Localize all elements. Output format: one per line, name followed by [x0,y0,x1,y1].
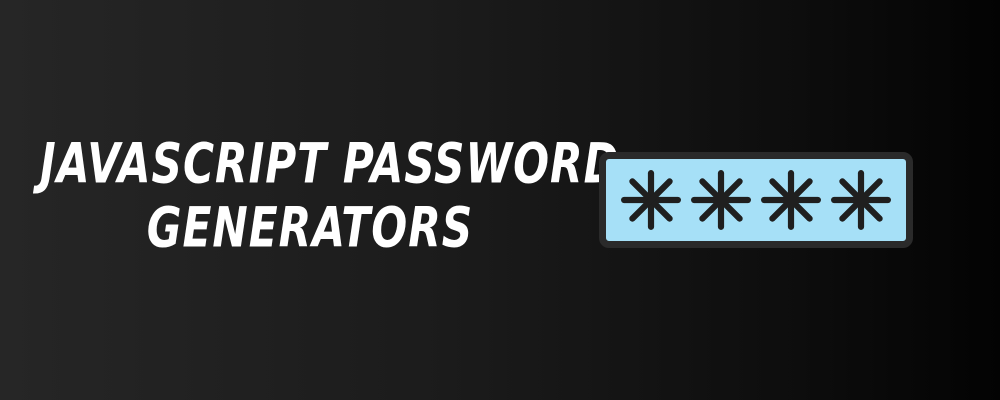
banner: JavaScript Password Generators [0,0,1000,400]
password-field-illustration [599,152,913,248]
asterisk-icon [621,170,681,230]
title-line-1: JavaScript Password [40,131,620,197]
title-line-2: Generators [146,195,474,261]
asterisk-icon [761,170,821,230]
asterisk-icon [831,170,891,230]
asterisk-icon [691,170,751,230]
page-title: JavaScript Password Generators [40,131,620,261]
